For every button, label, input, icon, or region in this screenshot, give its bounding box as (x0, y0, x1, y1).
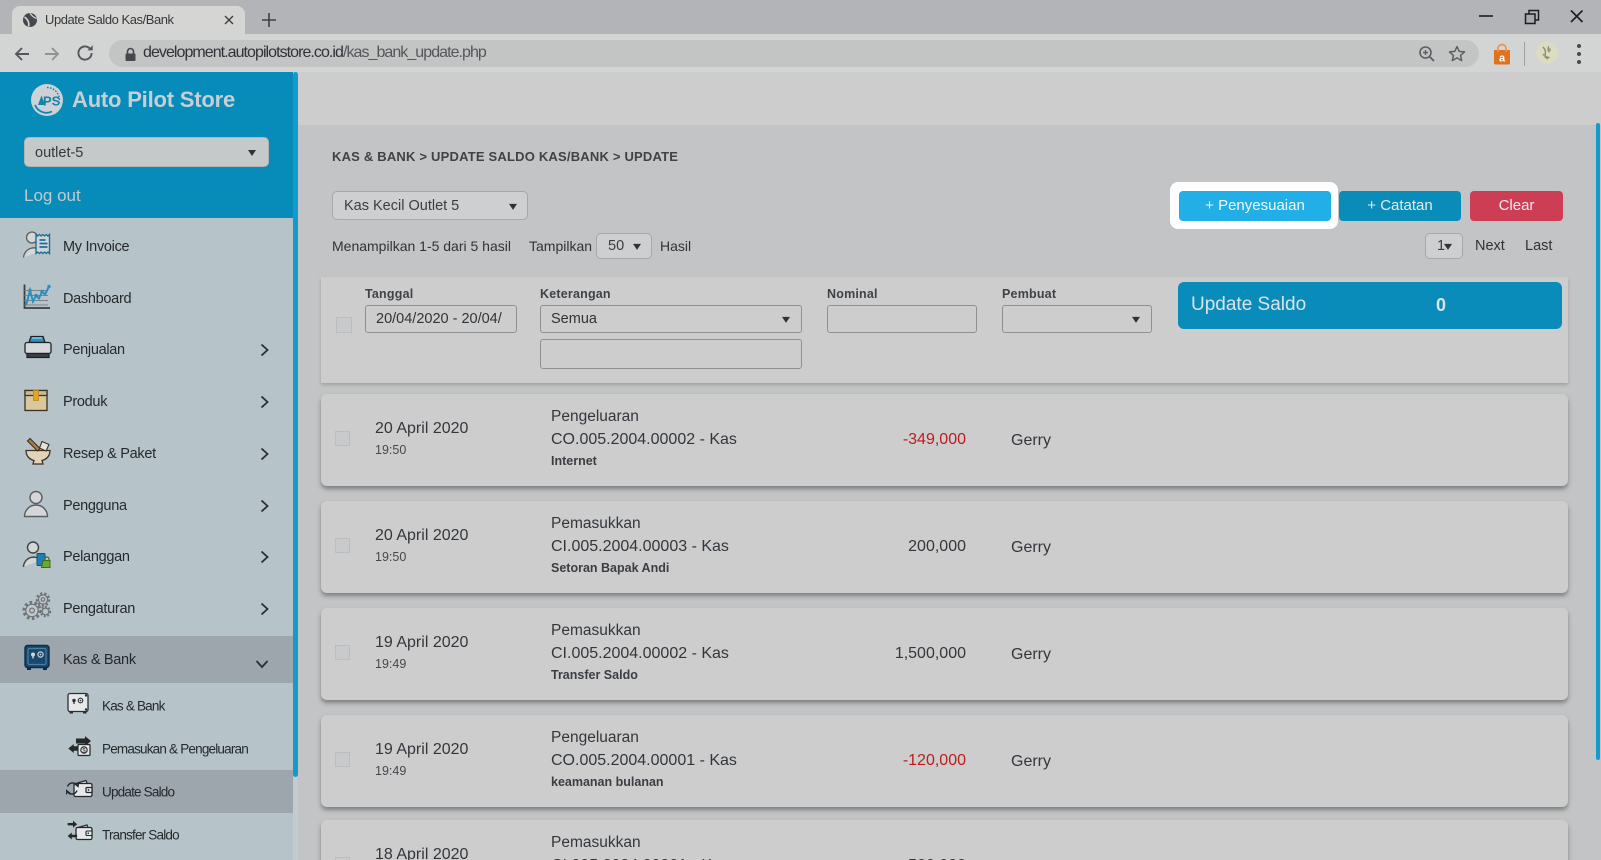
svg-text:a: a (1499, 53, 1506, 65)
svg-text:PS: PS (43, 94, 61, 109)
